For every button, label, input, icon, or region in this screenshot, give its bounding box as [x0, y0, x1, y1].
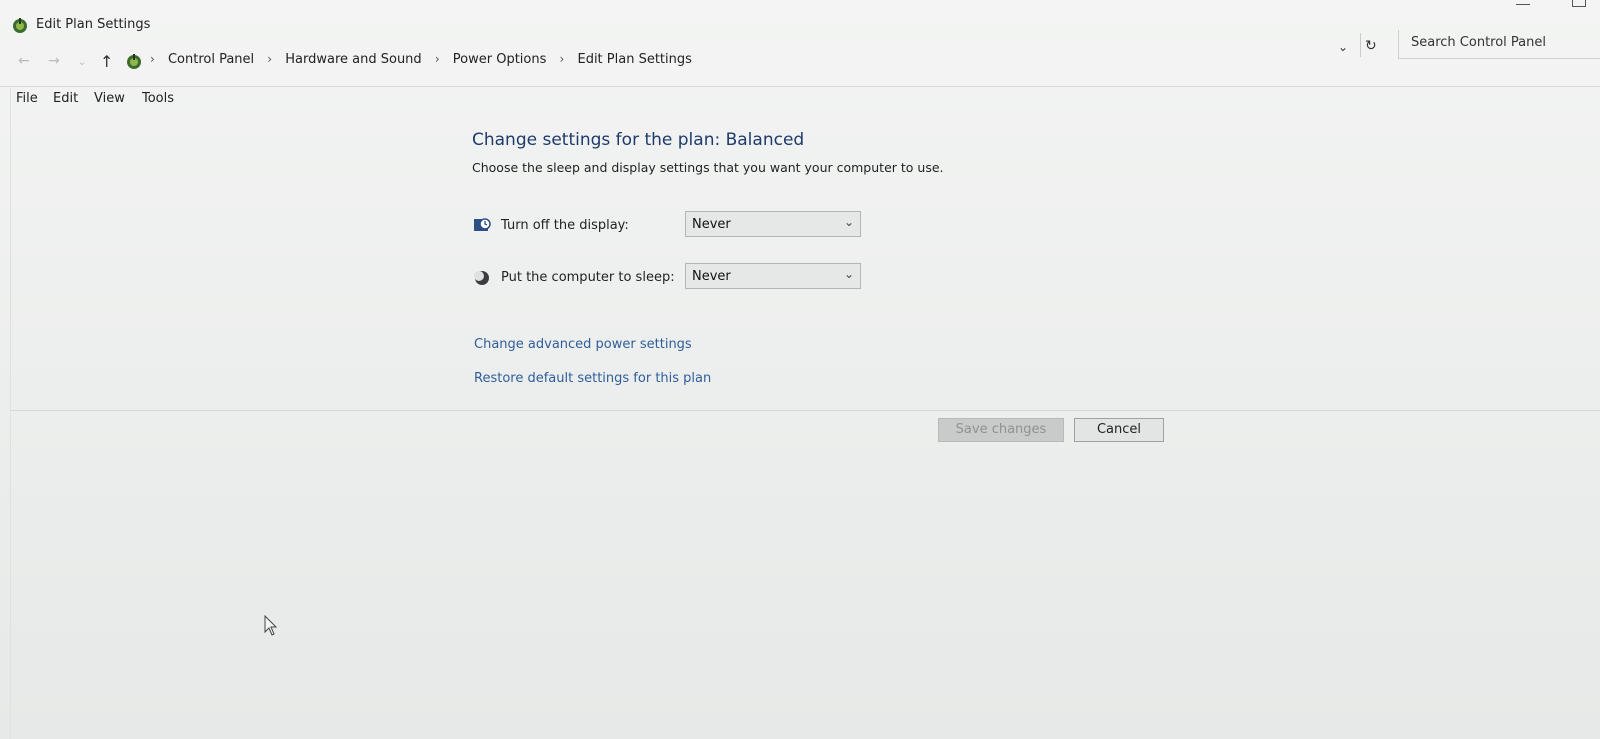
- sleep-timeout-label: Put the computer to sleep:: [501, 270, 675, 285]
- maximize-button[interactable]: [1572, 0, 1586, 7]
- left-pane-edge: [0, 86, 11, 739]
- power-options-icon: [127, 54, 141, 69]
- mouse-cursor-icon: [264, 615, 278, 636]
- breadcrumb: › Control Panel › Hardware and Sound › P…: [150, 52, 692, 67]
- forward-arrow-icon[interactable]: →: [48, 53, 60, 69]
- sleep-timeout-value: Never: [692, 269, 731, 284]
- cancel-button[interactable]: Cancel: [1074, 418, 1164, 442]
- recent-pages-dropdown-icon[interactable]: ⌄: [78, 57, 86, 68]
- menu-edit[interactable]: Edit: [53, 91, 78, 106]
- chevron-down-icon: ⌄: [843, 215, 854, 229]
- moon-icon: [474, 271, 489, 285]
- chevron-right-icon: ›: [150, 52, 155, 66]
- menu-view[interactable]: View: [94, 91, 125, 106]
- address-dropdown-icon[interactable]: ⌄: [1338, 40, 1348, 54]
- page-title: Change settings for the plan: Balanced: [472, 130, 805, 150]
- address-divider: [1360, 33, 1361, 57]
- menu-bar: File Edit View Tools: [0, 86, 1600, 109]
- breadcrumb-control-panel[interactable]: Control Panel: [168, 52, 254, 67]
- search-input[interactable]: Search Control Panel: [1398, 30, 1600, 59]
- menu-file[interactable]: File: [16, 91, 38, 106]
- breadcrumb-edit-plan-settings[interactable]: Edit Plan Settings: [577, 52, 691, 67]
- save-changes-button[interactable]: Save changes: [938, 418, 1064, 442]
- window-title: Edit Plan Settings: [36, 17, 151, 32]
- refresh-icon[interactable]: ↻: [1365, 38, 1377, 54]
- display-timeout-select[interactable]: Never ⌄: [685, 211, 861, 237]
- power-options-icon: [13, 18, 27, 33]
- up-arrow-icon[interactable]: ↑: [100, 52, 113, 71]
- restore-defaults-link[interactable]: Restore default settings for this plan: [474, 371, 711, 386]
- chevron-right-icon[interactable]: ›: [435, 52, 440, 66]
- chevron-right-icon[interactable]: ›: [560, 52, 565, 66]
- minimize-button[interactable]: [1516, 0, 1530, 5]
- page-description: Choose the sleep and display settings th…: [472, 160, 944, 175]
- breadcrumb-hardware-and-sound[interactable]: Hardware and Sound: [285, 52, 421, 67]
- display-timeout-label: Turn off the display:: [501, 218, 629, 233]
- edit-plan-settings-window: Edit Plan Settings ← → ⌄ ↑ › Control Pan…: [0, 0, 1600, 739]
- back-arrow-icon[interactable]: ←: [18, 53, 30, 69]
- menu-tools[interactable]: Tools: [142, 91, 174, 106]
- monitor-icon: [474, 218, 491, 231]
- breadcrumb-power-options[interactable]: Power Options: [453, 52, 547, 67]
- footer-divider: [10, 410, 1600, 411]
- display-timeout-value: Never: [692, 217, 731, 232]
- search-placeholder: Search Control Panel: [1411, 35, 1546, 50]
- chevron-down-icon: ⌄: [843, 267, 854, 281]
- sleep-timeout-select[interactable]: Never ⌄: [685, 263, 861, 289]
- advanced-power-settings-link[interactable]: Change advanced power settings: [474, 337, 692, 352]
- chevron-right-icon[interactable]: ›: [267, 52, 272, 66]
